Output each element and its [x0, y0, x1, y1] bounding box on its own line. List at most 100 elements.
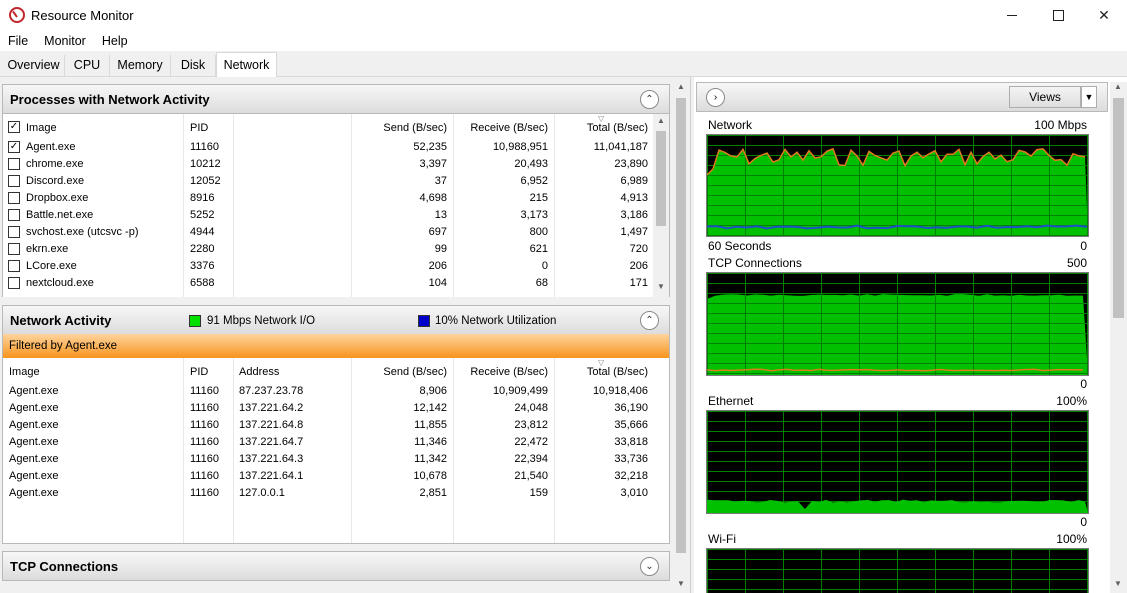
network-activity-row[interactable]: Agent.exe 11160 127.0.0.1 2,851 159 3,010 — [3, 485, 669, 502]
process-checkbox[interactable] — [8, 226, 20, 238]
process-image: Dropbox.exe — [26, 192, 89, 204]
network-activity-title: Network Activity — [10, 313, 112, 328]
na-address: 137.221.64.1 — [239, 470, 304, 482]
processes-scrollbar[interactable]: ▲ ▼ — [653, 114, 669, 297]
process-pid: 11160 — [190, 141, 219, 153]
expand-tcp-button[interactable]: ⌄ — [640, 557, 659, 576]
menu-file[interactable]: File — [0, 31, 36, 51]
na-column-pid[interactable]: PID — [190, 366, 208, 378]
process-row[interactable]: nextcloud.exe 6588 104 68 171 — [3, 275, 669, 292]
process-checkbox[interactable] — [8, 209, 20, 221]
processes-scroll-thumb[interactable] — [656, 131, 666, 226]
process-row[interactable]: Battle.net.exe 5252 13 3,173 3,186 — [3, 207, 669, 224]
left-pane-scrollbar[interactable]: ▲ ▼ — [673, 82, 689, 593]
na-column-total[interactable]: Total (B/sec) — [587, 366, 648, 378]
process-send: 104 — [428, 277, 447, 289]
right-pane: › Views ▼ Network 100 Mbps 60 Seconds 0 … — [694, 77, 1127, 593]
processes-section-header[interactable]: Processes with Network Activity ⌃ — [2, 84, 670, 114]
process-pid: 8916 — [190, 192, 215, 204]
tcp-section-header[interactable]: TCP Connections ⌄ — [2, 551, 670, 581]
network-activity-section-header[interactable]: Network Activity 91 Mbps Network I/O 10%… — [2, 305, 670, 335]
graphs-scrollbar[interactable]: ▲ ▼ — [1110, 82, 1127, 593]
process-row[interactable]: svchost.exe (utcsvc -p) 4944 697 800 1,497 — [3, 224, 669, 241]
na-pid: 11160 — [190, 453, 219, 465]
maximize-button[interactable] — [1035, 0, 1081, 31]
process-checkbox[interactable] — [8, 243, 20, 255]
process-total: 23,890 — [614, 158, 648, 170]
tab-memory[interactable]: Memory — [110, 55, 171, 77]
na-receive: 23,812 — [514, 419, 548, 431]
process-image: Agent.exe — [26, 141, 76, 153]
tab-network[interactable]: Network — [216, 52, 277, 78]
graphs-scroll-thumb[interactable] — [1113, 98, 1124, 318]
process-checkbox[interactable] — [8, 260, 20, 272]
scroll-up-icon[interactable]: ▲ — [1110, 82, 1126, 96]
process-receive: 0 — [541, 260, 548, 272]
collapse-network-activity-button[interactable]: ⌃ — [640, 311, 659, 330]
na-total: 3,010 — [620, 487, 648, 499]
close-button[interactable]: ✕ — [1081, 0, 1127, 31]
collapse-processes-button[interactable]: ⌃ — [640, 90, 659, 109]
process-send: 3,397 — [419, 158, 447, 170]
network-activity-row[interactable]: Agent.exe 11160 137.221.64.8 11,855 23,812 35… — [3, 417, 669, 434]
select-all-checkbox[interactable]: ✓ — [8, 121, 20, 133]
na-column-send[interactable]: Send (B/sec) — [383, 366, 447, 378]
process-checkbox[interactable]: ✓ — [8, 141, 20, 153]
process-row[interactable]: LCore.exe 3376 206 0 206 — [3, 258, 669, 275]
na-column-address[interactable]: Address — [239, 366, 279, 378]
process-send: 52,235 — [413, 141, 447, 153]
tab-cpu[interactable]: CPU — [65, 55, 110, 77]
expand-graphs-button[interactable]: › — [706, 88, 725, 107]
network-activity-row[interactable]: Agent.exe 11160 137.221.64.1 10,678 21,540 32… — [3, 468, 669, 485]
scroll-down-icon[interactable]: ▼ — [673, 579, 689, 593]
views-dropdown-icon[interactable]: ▼ — [1081, 86, 1097, 108]
ethernet-graph-min: 0 — [1080, 515, 1087, 529]
process-row[interactable]: chrome.exe 10212 3,397 20,493 23,890 — [3, 156, 669, 173]
process-row[interactable]: Discord.exe 12052 37 6,952 6,989 — [3, 173, 669, 190]
graphs-header: › Views ▼ — [696, 82, 1108, 112]
column-receive[interactable]: Receive (B/sec) — [470, 122, 548, 134]
scroll-down-icon[interactable]: ▼ — [653, 282, 669, 296]
left-pane-scroll-thumb[interactable] — [676, 98, 686, 553]
na-address: 87.237.23.78 — [239, 385, 304, 397]
minimize-button[interactable] — [989, 0, 1035, 31]
column-image[interactable]: Image — [26, 122, 57, 134]
column-pid[interactable]: PID — [190, 122, 208, 134]
views-button[interactable]: Views — [1009, 86, 1081, 108]
process-pid: 5252 — [190, 209, 215, 221]
process-receive: 20,493 — [514, 158, 548, 170]
menu-monitor[interactable]: Monitor — [36, 31, 94, 51]
menu-bar: File Monitor Help — [0, 31, 1127, 51]
menu-help[interactable]: Help — [94, 31, 136, 51]
process-image: Battle.net.exe — [26, 209, 94, 221]
column-send[interactable]: Send (B/sec) — [383, 122, 447, 134]
scroll-down-icon[interactable]: ▼ — [1110, 579, 1126, 593]
scroll-up-icon[interactable]: ▲ — [673, 82, 689, 96]
na-column-receive[interactable]: Receive (B/sec) — [470, 366, 548, 378]
process-checkbox[interactable] — [8, 158, 20, 170]
na-send: 11,346 — [414, 436, 447, 448]
na-send: 11,342 — [414, 453, 447, 465]
process-row[interactable]: ekrn.exe 2280 99 621 720 — [3, 241, 669, 258]
na-column-image[interactable]: Image — [9, 366, 40, 378]
network-activity-row[interactable]: Agent.exe 11160 137.221.64.2 12,142 24,048 36… — [3, 400, 669, 417]
left-pane: Processes with Network Activity ⌃ ✓ Imag… — [0, 77, 690, 593]
scroll-up-icon[interactable]: ▲ — [653, 116, 669, 130]
title-bar: Resource Monitor ✕ — [0, 0, 1127, 31]
na-total: 10,918,406 — [592, 385, 648, 397]
resource-monitor-icon — [9, 7, 25, 23]
network-activity-row[interactable]: Agent.exe 11160 137.221.64.7 11,346 22,472 33… — [3, 434, 669, 451]
tab-overview[interactable]: Overview — [3, 55, 65, 77]
process-image: svchost.exe (utcsvc -p) — [26, 226, 139, 238]
column-total[interactable]: Total (B/sec) — [587, 122, 648, 134]
network-activity-row[interactable]: Agent.exe 11160 87.237.23.78 8,906 10,909,49… — [3, 383, 669, 400]
process-checkbox[interactable] — [8, 277, 20, 289]
process-row[interactable]: ✓ Agent.exe 11160 52,235 10,988,951 11,041,18… — [3, 139, 669, 156]
process-checkbox[interactable] — [8, 192, 20, 204]
tab-disk[interactable]: Disk — [171, 55, 216, 77]
process-pid: 12052 — [190, 175, 221, 187]
na-receive: 21,540 — [514, 470, 548, 482]
process-row[interactable]: Dropbox.exe 8916 4,698 215 4,913 — [3, 190, 669, 207]
process-checkbox[interactable] — [8, 175, 20, 187]
network-activity-row[interactable]: Agent.exe 11160 137.221.64.3 11,342 22,394 33… — [3, 451, 669, 468]
